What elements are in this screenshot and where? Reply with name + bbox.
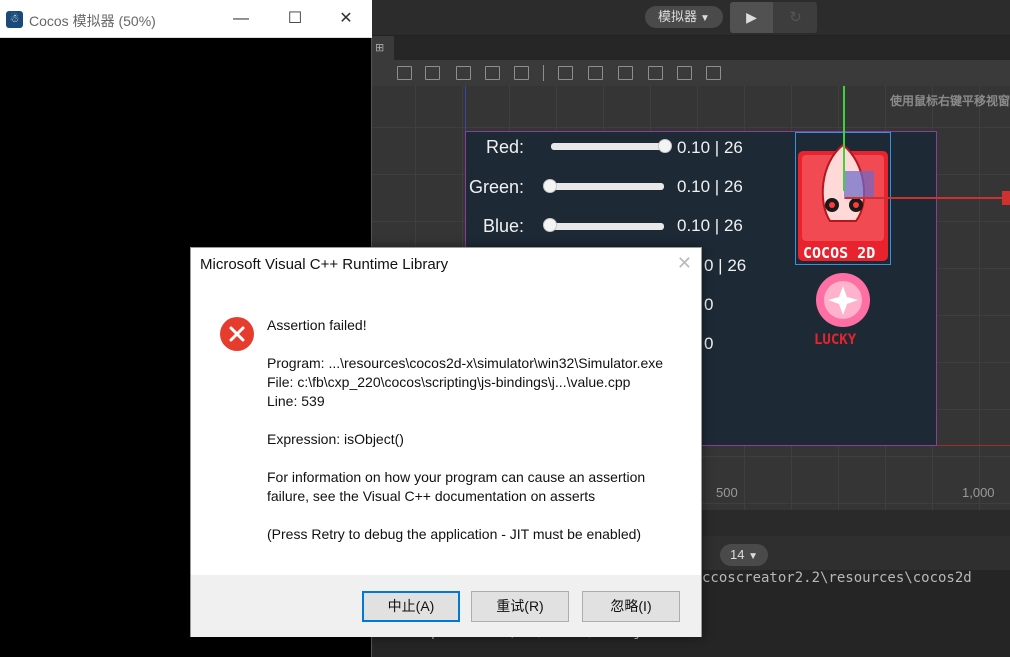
play-icon[interactable]: ▶ <box>730 2 773 33</box>
distribute-vcenter-icon[interactable] <box>588 66 603 80</box>
cocos-app-icon: ☃ <box>6 11 23 28</box>
scene-hint: 使用鼠标右键平移视窗 <box>889 94 1010 108</box>
scene-tab-icon[interactable]: ⊞ <box>372 36 394 60</box>
assertion-info-2: failure, see the Visual C++ documentatio… <box>267 488 596 504</box>
dialog-title: Microsoft Visual C++ Runtime Library <box>200 256 449 273</box>
green-label: Green: <box>468 177 524 197</box>
abort-button[interactable]: 中止(A) <box>362 591 460 622</box>
close-icon[interactable]: ✕ <box>323 0 369 38</box>
scene-tabstrip: ⊞ <box>372 36 1010 60</box>
console-line: ccoscreator2.2\resources\cocos2d <box>702 570 972 586</box>
refresh-icon[interactable]: ↻ <box>774 2 817 33</box>
assertion-retry-hint: (Press Retry to debug the application - … <box>267 526 642 542</box>
red-slider-handle[interactable] <box>658 139 672 153</box>
gizmo-x-handle[interactable] <box>845 197 1005 199</box>
ruler-label-1000: 1,000 <box>962 485 995 500</box>
minimize-icon[interactable]: — <box>218 0 264 38</box>
dialog-close-icon[interactable]: ✕ <box>677 253 692 274</box>
align-hcenter-icon[interactable] <box>425 66 440 80</box>
align-vcenter-icon[interactable] <box>514 66 529 80</box>
toolbar-separator <box>543 65 544 81</box>
blue-value: 0.10 | 26 <box>677 216 743 235</box>
preview-button-group: ▶ ↻ <box>730 2 817 33</box>
simulator-titlebar[interactable]: ☃ Cocos 模拟器 (50%) — ☐ ✕ <box>0 0 372 38</box>
simulator-select-label: 模拟器 <box>658 9 698 24</box>
row4-value: 0 | 26 <box>704 256 747 275</box>
align-toolbar <box>372 60 1010 86</box>
lucky-text: LUCKY <box>814 332 857 348</box>
green-slider-handle[interactable] <box>543 179 557 193</box>
align-top-icon[interactable] <box>485 66 500 80</box>
retry-button[interactable]: 重试(R) <box>471 591 569 622</box>
row6-value: 0 <box>704 334 714 353</box>
distribute-hcenter-icon[interactable] <box>677 66 692 80</box>
green-slider-track[interactable] <box>546 183 664 190</box>
red-slider-track[interactable] <box>551 143 666 150</box>
align-right-icon[interactable] <box>456 66 471 80</box>
blue-label: Blue: <box>482 216 524 236</box>
distribute-bottom-icon[interactable] <box>618 66 633 80</box>
row5-value: 0 <box>704 295 714 314</box>
caret-down-icon: ▼ <box>748 551 758 562</box>
font-size-value: 14 <box>730 547 745 562</box>
simulator-select-button[interactable]: 模拟器 ▼ <box>645 6 723 28</box>
blue-slider-track[interactable] <box>546 223 664 230</box>
distribute-left-icon[interactable] <box>648 66 663 80</box>
distribute-right-icon[interactable] <box>706 66 721 80</box>
distribute-top-icon[interactable] <box>558 66 573 80</box>
assertion-dialog: Microsoft Visual C++ Runtime Library ✕ A… <box>190 247 702 637</box>
assertion-file: File: c:\fb\cxp_220\cocos\scripting\js-b… <box>267 374 631 390</box>
assertion-expression: Expression: isObject() <box>267 431 404 447</box>
assertion-line: Line: 539 <box>267 393 325 409</box>
lucky-sprite-icon[interactable]: LUCKY <box>808 270 878 350</box>
ignore-button[interactable]: 忽略(I) <box>582 591 680 622</box>
gizmo-x-arrow-icon[interactable] <box>1002 191 1010 205</box>
red-value: 0.10 | 26 <box>677 138 743 157</box>
align-left-icon[interactable] <box>397 66 412 80</box>
blue-slider-handle[interactable] <box>543 218 557 232</box>
red-label: Red: <box>485 137 524 157</box>
ruler-label-500: 500 <box>716 485 738 500</box>
assertion-info-1: For information on how your program can … <box>267 469 646 485</box>
maximize-icon[interactable]: ☐ <box>272 0 318 38</box>
green-value: 0.10 | 26 <box>677 177 743 196</box>
error-icon <box>220 317 254 351</box>
simulator-title: Cocos 模拟器 (50%) <box>29 13 156 29</box>
console-font-size-select[interactable]: 14 ▼ <box>720 544 768 566</box>
gizmo-y-handle[interactable] <box>843 86 845 191</box>
assertion-heading: Assertion failed! <box>267 317 367 333</box>
assertion-program: Program: ...\resources\cocos2d-x\simulat… <box>267 355 664 371</box>
logo-text: COCOS 2D <box>803 244 875 262</box>
caret-down-icon: ▼ <box>700 13 710 24</box>
